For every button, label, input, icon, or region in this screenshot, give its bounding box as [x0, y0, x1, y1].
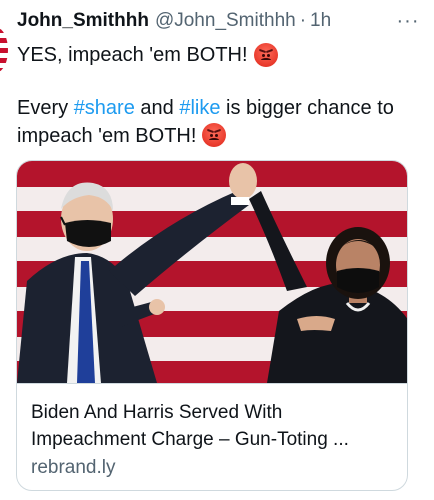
more-options-button[interactable]: ··· — [392, 8, 424, 34]
author-avatar[interactable] — [0, 28, 8, 72]
hashtag-share-link[interactable]: #share — [74, 97, 135, 119]
tweet-text-line1: YES, impeach 'em BOTH! — [17, 42, 418, 68]
tweet-text-body: Every #share and #like is bigger chance … — [17, 94, 418, 150]
link-preview-card[interactable]: Biden And Harris Served With Impeachment… — [16, 160, 408, 491]
card-image[interactable] — [17, 161, 407, 383]
card-title[interactable]: Biden And Harris Served With Impeachment… — [31, 399, 393, 453]
hashtag-like-link[interactable]: #like — [179, 97, 220, 119]
card-photo-svg — [17, 161, 407, 383]
separator-dot: · — [299, 10, 307, 31]
timestamp[interactable]: 1h — [310, 10, 331, 32]
body-text-part2: and — [134, 97, 180, 119]
card-domain[interactable]: rebrand.ly — [31, 455, 393, 481]
angry-face-icon — [253, 43, 278, 67]
tweet-line1-text: YES, impeach 'em BOTH! — [17, 44, 248, 66]
angry-face-icon — [202, 123, 227, 147]
body-text-part1: Every — [17, 97, 74, 119]
user-handle[interactable]: @John_Smithhh — [155, 10, 296, 32]
display-name[interactable]: John_Smithhh — [17, 10, 149, 32]
card-text-area[interactable]: Biden And Harris Served With Impeachment… — [17, 383, 407, 490]
tweet-header: John_Smithhh @John_Smithhh · 1h ··· — [17, 8, 424, 34]
